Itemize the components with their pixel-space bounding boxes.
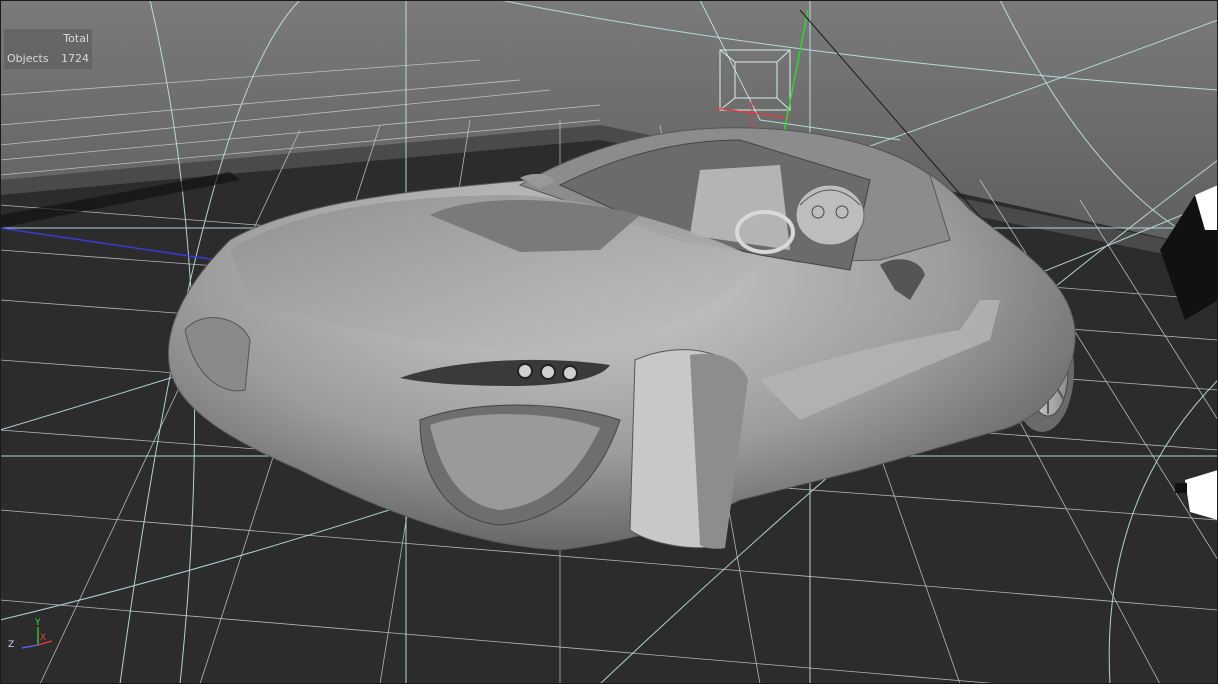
3d-viewport[interactable]: Y X Z Total Objects 1724	[0, 0, 1218, 684]
stats-value: 1724	[61, 52, 89, 65]
stats-row: Objects 1724	[7, 49, 89, 69]
gizmo-z-label: Z	[8, 640, 14, 650]
gizmo-y-label: Y	[34, 618, 41, 628]
stats-header-row: Total	[7, 29, 89, 49]
stats-label: Objects	[7, 52, 49, 65]
gizmo-x-label: X	[40, 633, 46, 643]
scene-stats-overlay: Total Objects 1724	[4, 29, 92, 69]
scene-canvas[interactable]: Y X Z	[0, 0, 1218, 684]
stats-header: Total	[63, 32, 89, 45]
